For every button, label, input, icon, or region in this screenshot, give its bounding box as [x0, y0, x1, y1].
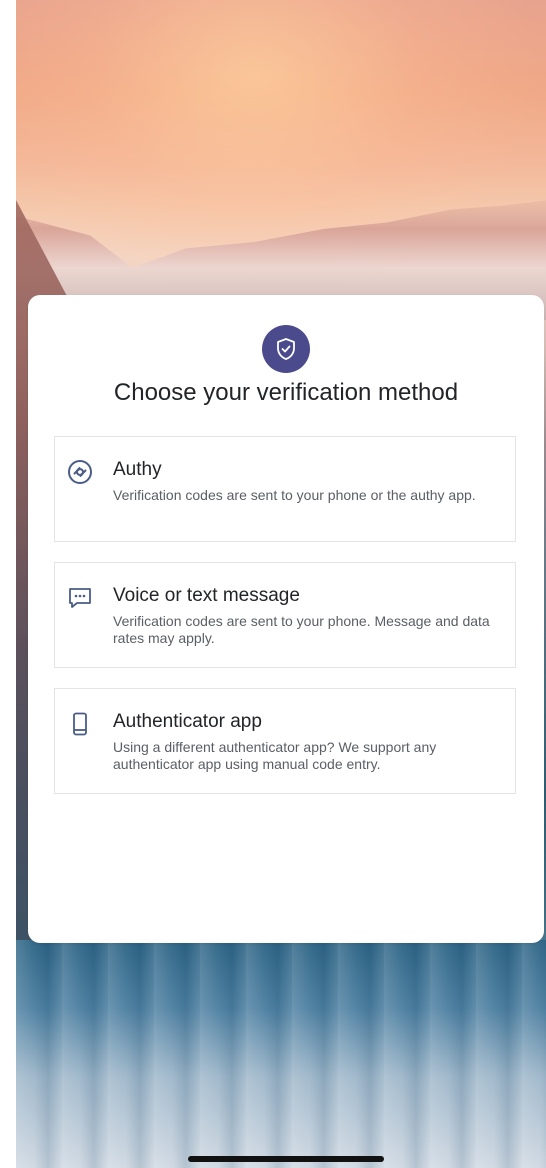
authy-icon	[67, 459, 93, 485]
option-description: Using a different authenticator app? We …	[113, 739, 437, 772]
option-description: Verification codes are sent to your phon…	[113, 613, 490, 646]
option-title: Voice or text message	[113, 585, 300, 606]
option-description: Verification codes are sent to your phon…	[113, 487, 476, 503]
left-margin	[0, 0, 16, 1168]
page-title: Choose your verification method	[113, 379, 459, 406]
message-icon	[67, 585, 93, 611]
option-title: Authenticator app	[113, 711, 262, 732]
option-voice-or-text[interactable]: Voice or text message Verification codes…	[54, 562, 516, 668]
lake-reflection	[16, 940, 546, 1168]
shield-check-icon	[262, 325, 310, 373]
option-title: Authy	[113, 459, 162, 480]
verification-card: Choose your verification method Authy Ve…	[28, 295, 544, 943]
option-authy[interactable]: Authy Verification codes are sent to you…	[54, 436, 516, 542]
phone-icon	[67, 711, 93, 737]
home-indicator[interactable]	[188, 1156, 384, 1162]
option-authenticator-app[interactable]: Authenticator app Using a different auth…	[54, 688, 516, 794]
screen: Choose your verification method Authy Ve…	[0, 0, 546, 1168]
